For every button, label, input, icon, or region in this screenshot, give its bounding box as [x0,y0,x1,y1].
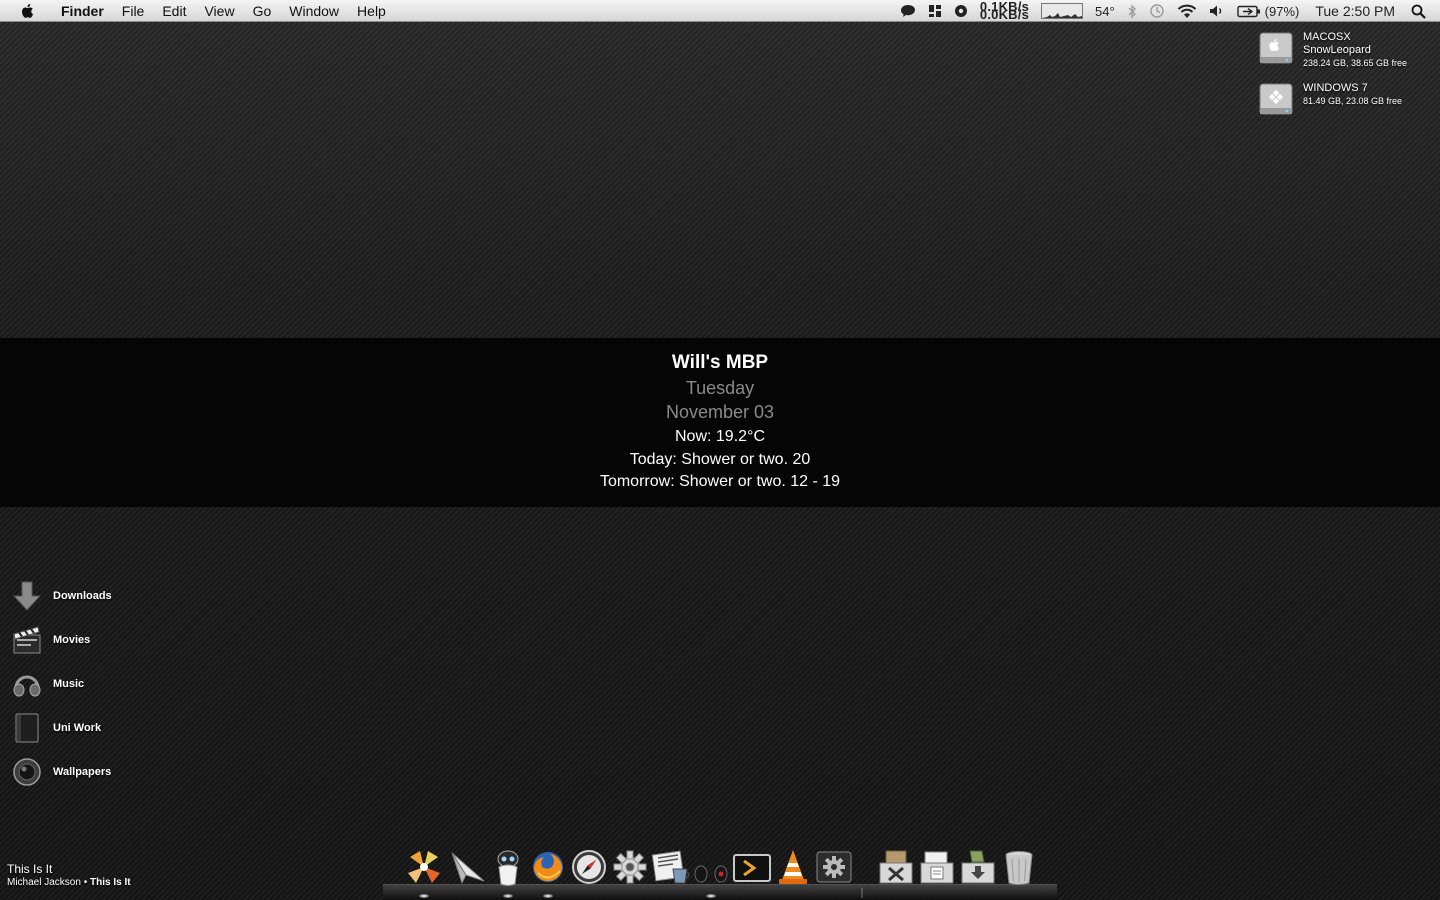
menu-view[interactable]: View [195,0,243,22]
folder-movies[interactable]: Movies [11,624,90,656]
menu-edit[interactable]: Edit [153,0,195,22]
network-download-speed: 0.0KB/s [979,7,1029,22]
headphones-app-icon[interactable] [691,847,731,887]
desktop-info-widget: Will's MBP Tuesday November 03 Now: 19.2… [0,338,1440,507]
news-reader-icon[interactable] [651,847,691,887]
menu-file[interactable]: File [113,0,154,22]
trash-icon[interactable] [999,847,1039,887]
menu-finder[interactable]: Finder [52,0,113,22]
folder-downloads[interactable]: Downloads [11,580,112,612]
chat-status-icon[interactable] [894,0,922,22]
now-playing-artist: Michael Jackson [7,877,81,888]
running-indicator [503,894,513,898]
system-preferences-gear-icon[interactable] [610,847,650,887]
current-temperature: Now: 19.2°C [675,428,765,445]
now-playing-artist-album: Michael Jackson • This Is It [7,877,131,889]
spotlight-search-icon[interactable] [1405,0,1440,22]
drive-capacity: 81.49 GB, 23.08 GB free [1303,96,1403,106]
folder-uni-work[interactable]: Uni Work [11,712,101,744]
running-indicator [419,894,429,898]
folder-label: Movies [53,634,91,646]
battery-status[interactable]: (97%) [1231,0,1306,22]
running-indicator [543,894,553,898]
cpu-graph-icon[interactable] [1035,0,1089,22]
now-playing-album: This Is It [89,877,131,888]
folder-label: Music [53,678,85,690]
drive-volume-label: SnowLeopard [1303,44,1371,56]
documents-stack-icon[interactable] [917,847,957,887]
folder-label: Downloads [53,590,112,602]
folder-music[interactable]: Music [11,668,84,700]
bluetooth-icon[interactable] [1121,0,1143,22]
battery-percent: (97%) [1264,3,1300,19]
volume-icon[interactable] [1203,0,1231,22]
terminal-icon[interactable] [732,847,772,887]
menu-clock[interactable]: Tue 2:50 PM [1305,0,1405,22]
drive-windows-7[interactable]: WINDOWS 7 81.49 GB, 23.08 GB free [1258,82,1402,118]
computer-name: Will's MBP [671,352,769,373]
folder-book-icon [15,713,39,743]
applications-stack-icon[interactable] [876,847,916,887]
record-status-icon[interactable] [948,0,974,22]
menu-help[interactable]: Help [348,0,395,22]
time-machine-icon[interactable] [1143,0,1171,22]
now-playing-widget: This Is It Michael Jackson • This Is It [7,862,131,889]
hard-drive-apple-icon [1259,32,1293,64]
folder-label: Wallpapers [53,766,112,778]
drive-capacity: 238.24 GB, 38.65 GB free [1303,58,1408,68]
battery-icon [1236,5,1260,17]
drive-name: MACOSX [1303,31,1351,43]
weekday-label: Tuesday [685,378,755,398]
drive-name: WINDOWS 7 [1303,82,1368,94]
firefox-icon[interactable] [528,847,568,887]
folder-wallpapers[interactable]: Wallpapers [11,756,111,788]
running-indicator [706,894,716,898]
date-label: November 03 [665,402,775,422]
headphones-icon [13,675,41,697]
dashboard-status-icon[interactable] [922,0,948,22]
menu-go[interactable]: Go [244,0,281,22]
network-speed-meter[interactable]: 0.1KB/s 0.0KB/s [974,0,1035,22]
vlc-cone-icon[interactable] [773,847,813,887]
downloads-stack-icon[interactable] [958,847,998,887]
menu-window[interactable]: Window [280,0,348,22]
apple-menu-icon[interactable] [18,2,38,20]
dock-separator [861,888,863,898]
drive-macosx[interactable]: MACOSX SnowLeopard 238.24 GB, 38.65 GB f… [1258,31,1407,69]
downloads-arrow-icon [12,581,42,611]
mail-plane-icon[interactable] [448,847,488,887]
wifi-icon[interactable] [1171,0,1203,22]
gear-utility-icon[interactable] [814,847,854,887]
lens-icon [13,758,41,786]
robot-app-icon[interactable] [488,847,528,887]
safari-compass-icon[interactable] [569,847,609,887]
now-playing-track: This Is It [7,862,53,876]
forecast-tomorrow: Tomorrow: Shower or two. 12 - 19 [599,473,841,490]
menu-bar: Finder File Edit View Go Window Help 0.1… [0,0,1440,22]
forecast-today: Today: Shower or two. 20 [629,451,811,468]
pinwheel-app-icon[interactable] [404,847,444,887]
hard-drive-windows-icon [1259,83,1293,115]
clapperboard-icon [13,626,41,654]
folder-label: Uni Work [53,722,102,734]
cpu-temperature[interactable]: 54° [1089,0,1121,22]
now-playing-separator: • [80,877,90,888]
